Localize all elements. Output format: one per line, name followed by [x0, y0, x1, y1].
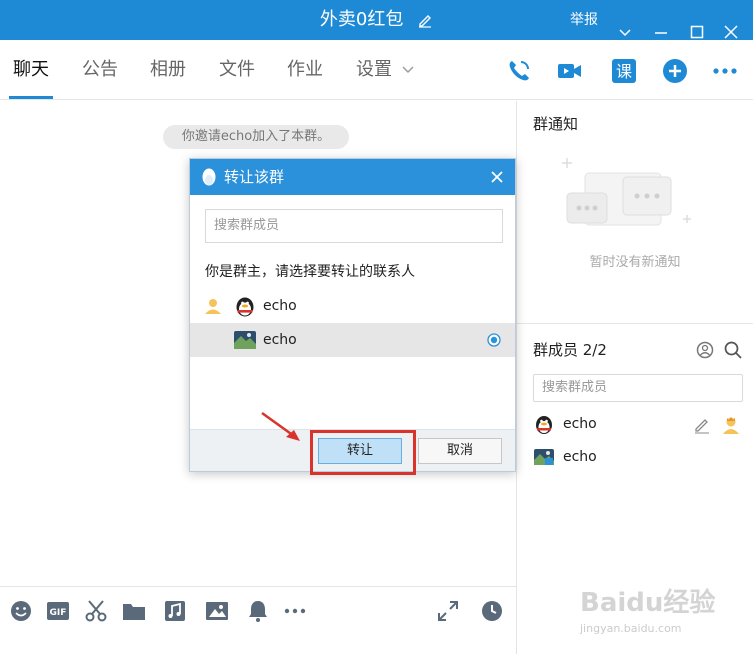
- empty-notice-illustration-icon: [562, 158, 691, 226]
- system-message: 你邀请echo加入了本群。: [163, 125, 349, 149]
- member-name: echo: [563, 449, 597, 465]
- member-manage-icon[interactable]: [695, 340, 715, 360]
- watermark-url: jingyan.baidu.com: [580, 622, 682, 635]
- contact-row[interactable]: echo: [190, 289, 515, 323]
- contact-name: echo: [263, 298, 297, 314]
- bell-icon[interactable]: [246, 599, 270, 623]
- svg-text:课: 课: [616, 62, 632, 81]
- member-item[interactable]: echo: [533, 412, 748, 436]
- tab-chat[interactable]: 聊天: [9, 56, 53, 99]
- tab-bar: 聊天 公告 相册 文件 作业 设置 课: [0, 40, 753, 100]
- dialog-title-bar: 转让该群: [190, 159, 515, 195]
- emoji-icon[interactable]: [9, 599, 33, 623]
- qq-penguin-avatar-icon: [236, 297, 254, 317]
- more-icon[interactable]: [712, 58, 738, 84]
- highlight-box: [310, 430, 416, 475]
- tab-homework[interactable]: 作业: [287, 56, 323, 84]
- edit-icon[interactable]: [693, 416, 711, 434]
- chevron-down-icon: [402, 66, 414, 73]
- dialog-title: 转让该群: [224, 168, 285, 186]
- add-icon[interactable]: [662, 58, 688, 84]
- cancel-button[interactable]: 取消: [418, 438, 502, 464]
- member-avatar-icon: [234, 331, 256, 349]
- member-search-input[interactable]: 搜索群成员: [533, 374, 743, 402]
- contact-name: echo: [263, 332, 297, 348]
- member-name: echo: [563, 416, 597, 432]
- title-bar: 外卖0红包 举报: [0, 0, 753, 40]
- annotation-arrow-icon: [261, 411, 300, 441]
- class-icon[interactable]: 课: [611, 58, 637, 84]
- phone-call-icon[interactable]: [506, 58, 532, 84]
- scissors-icon[interactable]: [84, 599, 108, 623]
- owner-badge-icon: [205, 299, 221, 314]
- member-avatar-icon: [534, 449, 554, 465]
- right-panel: 群通知 暂时没有新通知 群成员 2/2 搜索群成员 echo echo: [516, 101, 753, 654]
- gif-icon[interactable]: GIF: [46, 599, 70, 623]
- divider: [517, 323, 753, 324]
- input-toolbar: GIF: [0, 586, 516, 654]
- contact-row-selected[interactable]: echo: [190, 323, 515, 357]
- folder-icon[interactable]: [122, 599, 146, 623]
- radio-selected-icon[interactable]: [487, 333, 501, 347]
- video-call-icon[interactable]: [556, 58, 582, 84]
- notice-title: 群通知: [533, 115, 579, 133]
- transfer-group-dialog: 转让该群 搜索群成员 你是群主，请选择要转让的联系人 echo echo 转让 …: [189, 158, 516, 472]
- image-icon[interactable]: [205, 599, 229, 623]
- watermark: Baidu经验 jingyan.baidu.com: [560, 578, 750, 648]
- tab-notice[interactable]: 公告: [82, 56, 118, 84]
- owner-badge-icon: [723, 417, 739, 434]
- history-clock-icon[interactable]: [480, 599, 504, 623]
- report-button[interactable]: 举报: [570, 0, 598, 40]
- expand-icon[interactable]: [436, 599, 460, 623]
- qq-penguin-avatar-icon: [536, 416, 552, 434]
- window-title: 外卖0红包: [0, 0, 753, 40]
- close-icon[interactable]: [489, 169, 505, 185]
- members-title: 群成员 2/2: [533, 341, 607, 359]
- tab-settings-label: 设置: [356, 59, 392, 80]
- dialog-hint: 你是群主，请选择要转让的联系人: [205, 264, 415, 280]
- search-icon[interactable]: [723, 340, 743, 360]
- notice-empty-text: 暂时没有新通知: [589, 255, 681, 270]
- svg-text:GIF: GIF: [50, 608, 67, 618]
- music-icon[interactable]: [163, 599, 187, 623]
- tab-settings[interactable]: 设置: [356, 56, 414, 84]
- edit-name-icon[interactable]: [417, 12, 433, 28]
- qq-logo-icon: [202, 168, 216, 186]
- tab-files[interactable]: 文件: [219, 56, 255, 84]
- member-item[interactable]: echo: [533, 445, 748, 469]
- tab-album[interactable]: 相册: [150, 56, 186, 84]
- group-name: 外卖0红包: [319, 9, 404, 30]
- more-tools-icon[interactable]: [283, 599, 307, 623]
- watermark-brand: Baidu经验: [580, 588, 716, 618]
- dialog-search-input[interactable]: 搜索群成员: [205, 209, 503, 243]
